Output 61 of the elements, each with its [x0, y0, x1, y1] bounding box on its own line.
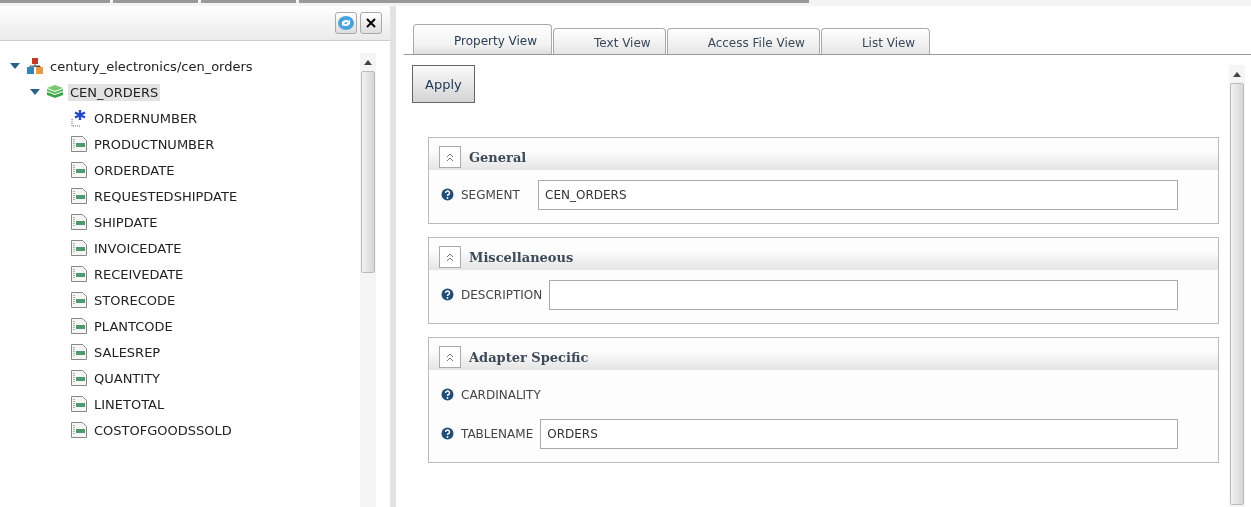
column-icon — [70, 187, 88, 205]
field-label: CARDINALITY — [461, 387, 541, 402]
tree-item[interactable]: CEN_ORDERS — [68, 83, 161, 101]
scroll-thumb[interactable] — [361, 71, 375, 273]
expand-arrow-icon[interactable] — [30, 88, 40, 96]
close-icon[interactable] — [360, 12, 382, 34]
asterisk-icon — [70, 109, 88, 127]
help-icon[interactable] — [441, 288, 454, 301]
text-field[interactable] — [549, 279, 1178, 310]
scroll-up-icon[interactable] — [364, 59, 372, 65]
column-icon — [70, 421, 88, 439]
tree-item[interactable]: SHIPDATE — [92, 213, 160, 231]
tree-item[interactable]: SALESREP — [92, 343, 163, 361]
scrollbar[interactable] — [1229, 65, 1245, 507]
tree-item[interactable]: INVOICEDATE — [92, 239, 184, 257]
tab[interactable]: Property View — [413, 24, 553, 54]
field-label: DESCRIPTION — [461, 287, 543, 302]
collapse-icon[interactable] — [439, 146, 461, 168]
network-icon — [26, 57, 44, 75]
tree-item[interactable]: STORECODE — [92, 291, 178, 309]
column-icon — [70, 265, 88, 283]
tab[interactable]: Access File View — [666, 28, 820, 54]
tree-item[interactable]: COSTOFGOODSSOLD — [92, 421, 234, 439]
column-icon — [70, 395, 88, 413]
scroll-thumb[interactable] — [1230, 83, 1244, 505]
collapse-icon[interactable] — [439, 346, 461, 368]
field-label: SEGMENT — [461, 187, 521, 202]
column-icon — [70, 291, 88, 309]
scroll-up-icon[interactable] — [1233, 71, 1241, 77]
help-icon[interactable] — [441, 388, 454, 401]
column-icon — [70, 239, 88, 257]
column-icon — [70, 161, 88, 179]
column-icon — [70, 317, 88, 335]
help-icon[interactable] — [441, 427, 454, 440]
text-field[interactable]: ORDERS — [540, 418, 1178, 449]
tab[interactable]: Text View — [553, 28, 666, 54]
scrollbar[interactable] — [360, 53, 376, 507]
tree-item[interactable]: ORDERDATE — [92, 161, 177, 179]
expand-arrow-icon[interactable] — [10, 62, 20, 70]
tree-item[interactable]: QUANTITY — [92, 369, 163, 387]
column-icon — [70, 135, 88, 153]
tree-item[interactable]: PRODUCTNUMBER — [92, 135, 217, 153]
column-icon — [70, 343, 88, 361]
tree-item[interactable]: REQUESTEDSHIPDATE — [92, 187, 240, 205]
tree-item[interactable]: PLANTCODE — [92, 317, 175, 335]
field-label: TABLENAME — [461, 426, 534, 441]
tree-item[interactable]: ORDERNUMBER — [92, 109, 200, 127]
section-title: General — [469, 149, 527, 165]
stack-icon — [46, 84, 64, 100]
section-title: Miscellaneous — [469, 249, 574, 265]
section-title: Adapter Specific — [469, 349, 589, 365]
help-icon[interactable] — [441, 188, 454, 201]
tree-item[interactable]: RECEIVEDATE — [92, 265, 186, 283]
tree-item[interactable]: century_electronics/cen_orders — [48, 57, 255, 75]
collapse-icon[interactable] — [439, 246, 461, 268]
column-icon — [70, 213, 88, 231]
text-field[interactable]: CEN_ORDERS — [538, 179, 1178, 210]
apply-button[interactable]: Apply — [412, 65, 475, 103]
tree-item[interactable]: LINETOTAL — [92, 395, 167, 413]
tab[interactable]: List View — [820, 28, 931, 54]
column-icon — [70, 369, 88, 387]
